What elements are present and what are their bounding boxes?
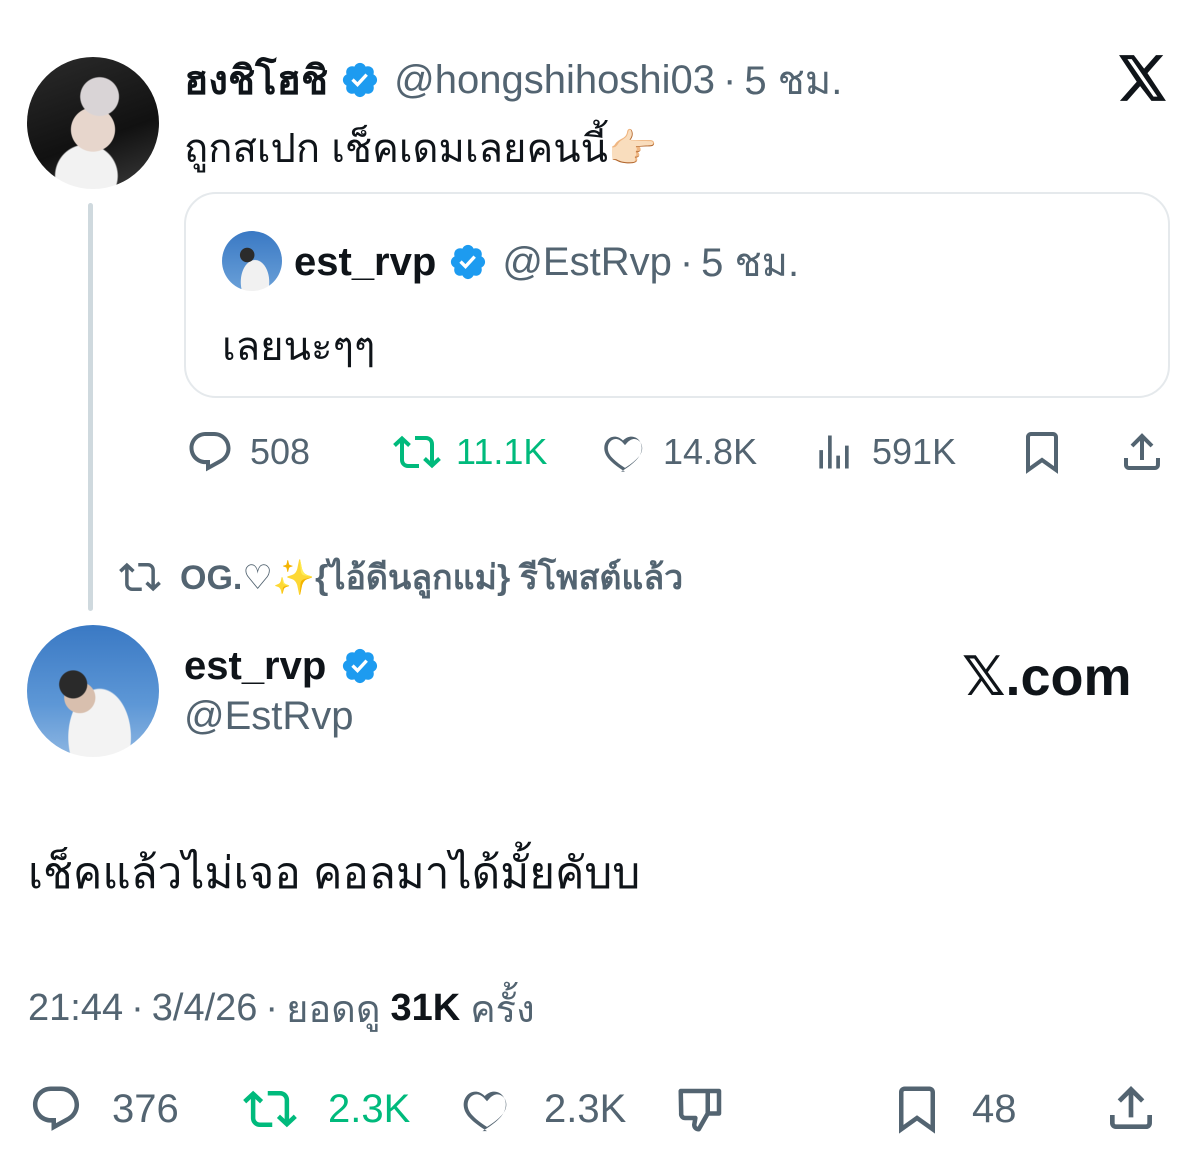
bookmark-button[interactable] [1018, 428, 1066, 481]
views-count: 591K [872, 431, 957, 472]
repost-count: 11.1K [456, 431, 548, 472]
like-count: 2.3K [544, 1086, 627, 1131]
verified-badge-icon [340, 60, 380, 100]
views-count: 31K [390, 986, 461, 1029]
repost-banner-text: OG.♡✨{ไอ้ดีนลูกแม่} รีโพสต์แล้ว [180, 559, 684, 597]
like-count: 14.8K [663, 431, 758, 472]
thread-connector-line [88, 203, 93, 611]
quoted-display-name: est_rvp [294, 239, 437, 284]
quoted-handle: @EstRvp [502, 239, 672, 284]
separator-dot: · [679, 239, 694, 284]
reply-button[interactable]: 376 [28, 1082, 179, 1136]
display-name[interactable]: ฮงชิโฮชิ [184, 48, 328, 112]
tweet-time[interactable]: 21:44 [28, 987, 123, 1030]
reply-count: 508 [250, 431, 311, 472]
like-button[interactable]: 2.3K [458, 1082, 626, 1136]
views-button[interactable]: 591K [812, 428, 956, 476]
repost-button[interactable]: 2.3K [240, 1082, 410, 1136]
separator-dot: · [131, 986, 144, 1029]
x-logo-icon[interactable] [1118, 55, 1168, 106]
like-icon [458, 1082, 516, 1136]
reply-count: 376 [112, 1086, 179, 1131]
author-name-row: est_rvp [184, 640, 380, 692]
views-suffix: ครั้ง [470, 988, 535, 1031]
share-button[interactable] [1102, 1080, 1160, 1141]
avatar[interactable] [27, 57, 159, 189]
share-icon [1102, 1086, 1160, 1140]
views-prefix: ยอดดู [286, 988, 381, 1031]
tweet-date[interactable]: 3/4/26 [152, 987, 258, 1030]
like-icon [601, 428, 649, 476]
dislike-button[interactable] [672, 1082, 730, 1141]
tweet-meta: 21:44 · 3/4/26 · ยอดดู 31K ครั้ง [28, 982, 535, 1034]
repost-icon [392, 428, 442, 476]
handle[interactable]: @hongshihoshi03 [394, 58, 715, 103]
handle[interactable]: @EstRvp [184, 694, 354, 739]
separator-dot: · [265, 986, 279, 1029]
share-icon [1118, 433, 1166, 480]
reply-icon [28, 1082, 84, 1136]
bookmark-icon [1018, 432, 1066, 480]
bookmark-count: 48 [972, 1086, 1017, 1131]
reply-button[interactable]: 508 [186, 428, 310, 476]
repost-banner[interactable]: OG.♡✨{ไอ้ดีนลูกแม่} รีโพสต์แล้ว [118, 552, 683, 602]
bookmark-button[interactable]: 48 [890, 1082, 1017, 1136]
quoted-tweet-header: est_rvp @EstRvp · 5 ชม. [294, 236, 799, 288]
tweet-text: ถูกสเปก เช็คเดมเลยคนนี้👉🏻 [184, 127, 658, 171]
repost-icon [240, 1082, 300, 1136]
avatar[interactable] [27, 625, 159, 757]
share-button[interactable] [1118, 428, 1166, 481]
dislike-icon [672, 1088, 730, 1140]
verified-badge-icon [340, 646, 380, 686]
repost-button[interactable]: 11.1K [392, 428, 547, 476]
like-button[interactable]: 14.8K [601, 428, 757, 476]
quoted-tweet-text: เลยนะๆๆ [222, 325, 376, 369]
quoted-timestamp: 5 ชม. [701, 241, 800, 285]
x-com-label: 𝕏.com [962, 647, 1132, 707]
tweet-header: ฮงชิโฮชิ @hongshihoshi03 · 5 ชม. [184, 52, 842, 108]
bookmark-icon [890, 1082, 944, 1136]
timestamp[interactable]: 5 ชม. [744, 48, 842, 112]
quoted-avatar [222, 231, 282, 291]
reply-icon [186, 428, 234, 476]
repost-icon [118, 556, 162, 598]
tweet-text: เช็คแล้วไม่เจอ คอลมาได้มั้ยคับบ [28, 849, 641, 898]
separator-dot: · [722, 57, 737, 102]
display-name[interactable]: est_rvp [184, 644, 326, 689]
views-icon [812, 428, 856, 476]
verified-badge-icon [448, 242, 488, 282]
repost-count: 2.3K [328, 1086, 411, 1131]
